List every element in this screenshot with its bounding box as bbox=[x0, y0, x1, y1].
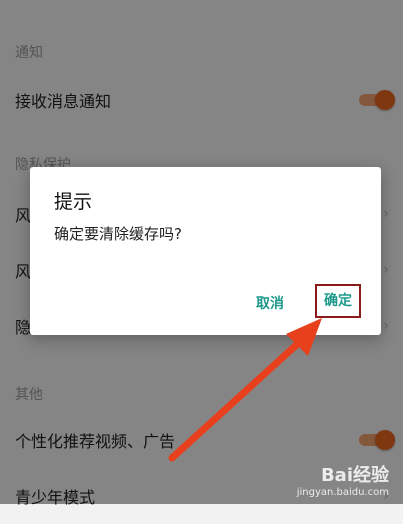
watermark-url: jingyan.baidu.com bbox=[296, 487, 389, 498]
watermark-logo: Bai经验 bbox=[320, 465, 389, 486]
confirm-button[interactable]: 确定 bbox=[315, 284, 361, 318]
baidu-jingyan-watermark: Bai经验 jingyan.baidu.com bbox=[297, 461, 389, 498]
clear-cache-dialog: 提示 确定要清除缓存吗? 取消 确定 bbox=[30, 167, 381, 335]
cancel-button[interactable]: 取消 bbox=[256, 293, 284, 313]
dialog-title: 提示 bbox=[54, 191, 93, 213]
dialog-message: 确定要清除缓存吗? bbox=[54, 225, 182, 243]
